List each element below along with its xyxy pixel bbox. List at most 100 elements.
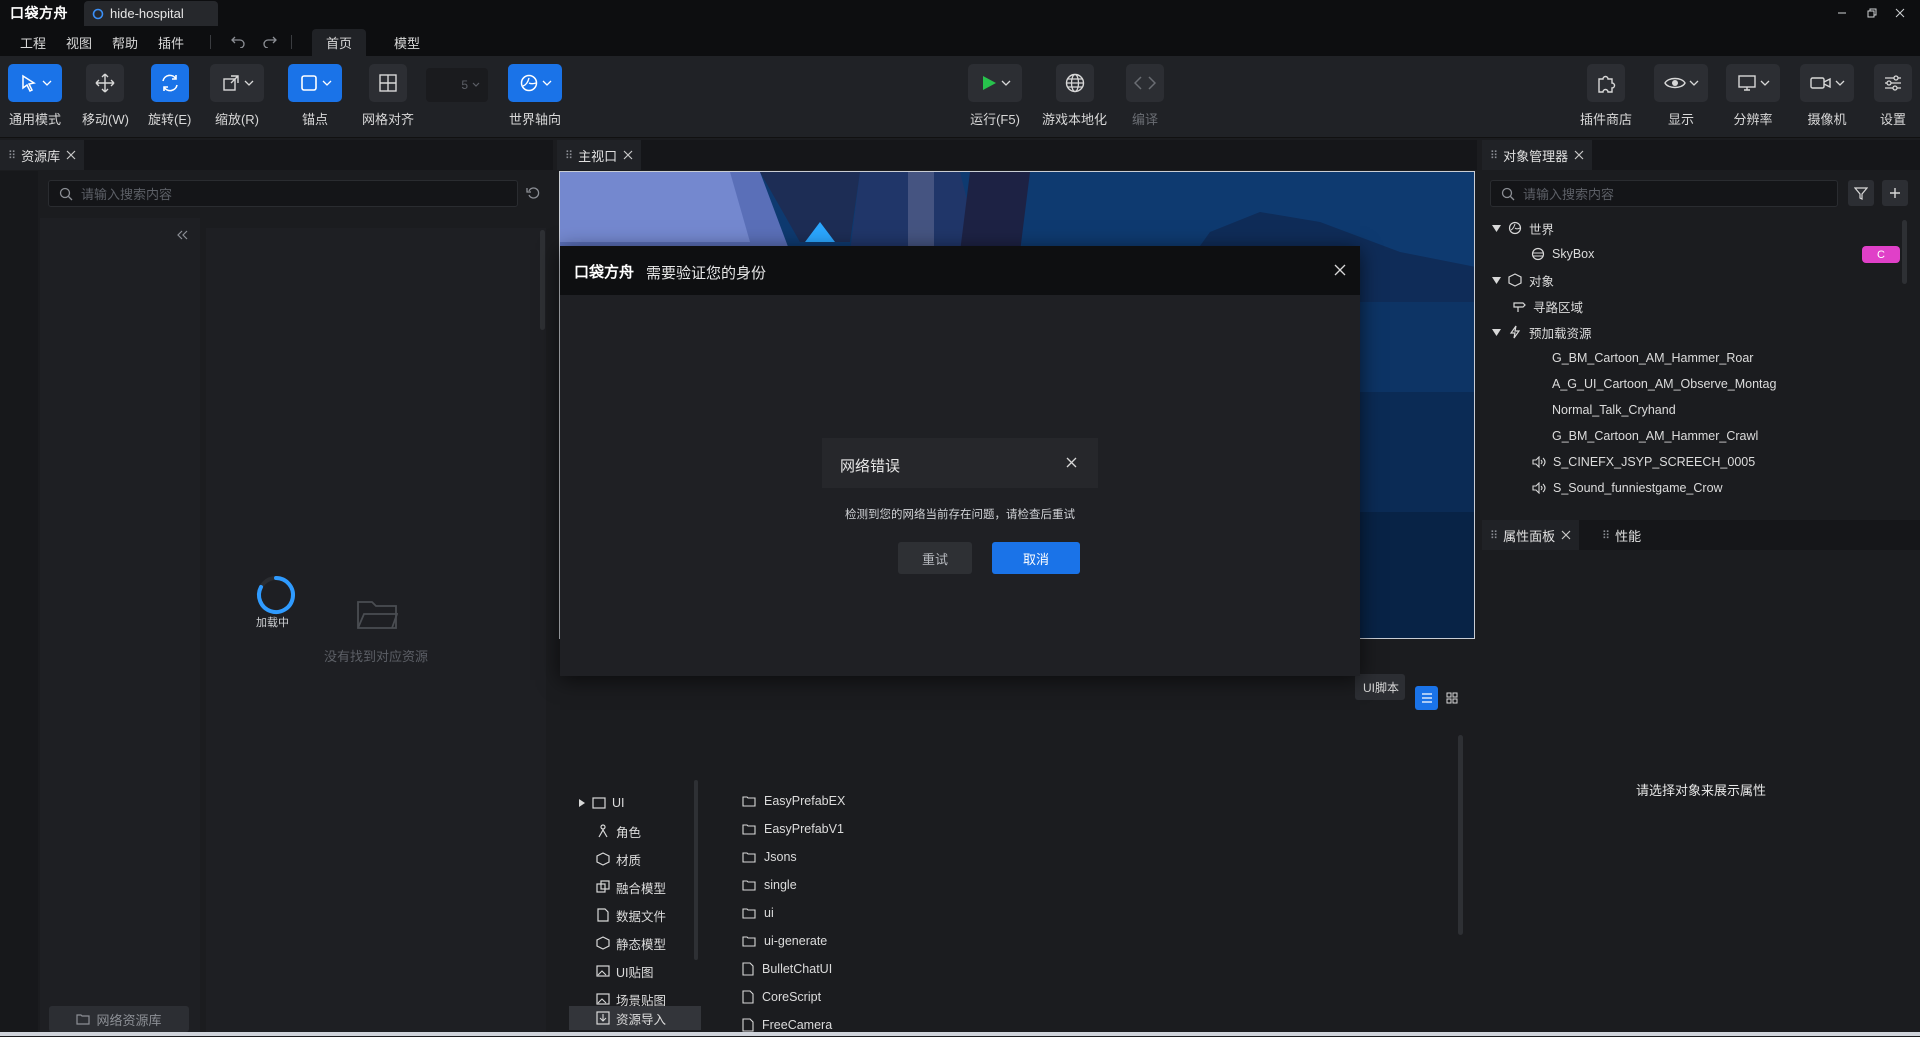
category-character[interactable]: 角色 xyxy=(596,819,641,843)
general-mode-button[interactable]: 通用模式 xyxy=(8,64,62,128)
tree-item-preload-asset[interactable]: A_G_UI_Cartoon_AM_Observe_Montag xyxy=(1552,372,1776,396)
tab-model[interactable]: 模型 xyxy=(380,29,434,56)
project-scrollbar[interactable] xyxy=(1458,735,1463,935)
file-item[interactable]: CoreScript xyxy=(742,985,821,1009)
run-button[interactable]: 运行(F5) xyxy=(968,64,1022,128)
category-label: UI xyxy=(612,796,625,810)
folder-item[interactable]: single xyxy=(742,873,797,897)
menu-help[interactable]: 帮助 xyxy=(112,33,138,52)
category-data-file[interactable]: 数据文件 xyxy=(596,903,666,927)
drag-handle-icon[interactable]: ⠿ xyxy=(1602,529,1610,542)
redo-icon[interactable] xyxy=(262,34,278,48)
tree-item-world[interactable]: 世界 xyxy=(1492,216,1554,240)
move-label: 移动(W) xyxy=(82,112,129,127)
folder-item[interactable]: ui xyxy=(742,901,774,925)
close-icon[interactable] xyxy=(623,150,633,160)
close-icon[interactable] xyxy=(1574,150,1584,160)
tree-item-skybox[interactable]: SkyBox xyxy=(1531,242,1594,266)
localize-button[interactable]: 游戏本地化 xyxy=(1042,64,1107,128)
undo-icon[interactable] xyxy=(230,34,246,48)
refresh-icon[interactable] xyxy=(526,186,540,200)
search-icon xyxy=(59,187,73,200)
list-view-button[interactable] xyxy=(1415,686,1438,710)
compile-button[interactable]: 编译 xyxy=(1126,64,1164,128)
file-item[interactable]: BulletChatUI xyxy=(742,957,832,981)
asset-scrollbar[interactable] xyxy=(540,230,545,330)
settings-button[interactable]: 设置 xyxy=(1874,64,1912,128)
category-ui[interactable]: UI xyxy=(578,791,625,815)
world-axis-label: 世界轴向 xyxy=(508,112,561,127)
tree-item-objects[interactable]: 对象 xyxy=(1492,268,1554,292)
filter-button[interactable] xyxy=(1848,180,1874,206)
tree-label: 世界 xyxy=(1529,222,1555,237)
retry-button[interactable]: 重试 xyxy=(898,542,972,574)
drag-handle-icon[interactable]: ⠿ xyxy=(1490,149,1498,162)
tab-main-viewport[interactable]: ⠿ 主视口 xyxy=(557,140,642,170)
display-button[interactable]: 显示 xyxy=(1654,64,1708,128)
close-icon[interactable] xyxy=(1561,530,1571,540)
world-axis-button[interactable]: 世界轴向 xyxy=(508,64,562,128)
resolution-button[interactable]: 分辨率 xyxy=(1726,64,1780,128)
tab-object-manager[interactable]: ⠿ 对象管理器 xyxy=(1482,140,1593,170)
close-icon[interactable] xyxy=(66,150,76,160)
skybox-icon xyxy=(1531,247,1545,261)
category-static-model[interactable]: 静态模型 xyxy=(596,931,666,955)
drag-handle-icon[interactable]: ⠿ xyxy=(565,149,573,162)
tab-performance[interactable]: ⠿ 性能 xyxy=(1594,520,1649,550)
category-asset-import[interactable]: 资源导入 xyxy=(569,1006,701,1030)
tree-label: Normal_Talk_Cryhand xyxy=(1552,403,1676,417)
category-label: 资源导入 xyxy=(616,1012,667,1027)
folder-item[interactable]: EasyPrefabV1 xyxy=(742,817,844,841)
right-panel: ⠿ 对象管理器 请输入搜索内容 世界 SkyBox C 对象 寻路区域 预加载资… xyxy=(1482,140,1920,1036)
tree-item-preload-asset[interactable]: Normal_Talk_Cryhand xyxy=(1552,398,1676,422)
move-button[interactable]: 移动(W) xyxy=(82,64,129,128)
folder-icon xyxy=(742,936,756,947)
collapse-icon[interactable] xyxy=(176,230,188,240)
tree-item-preload-asset[interactable]: G_BM_Cartoon_AM_Hammer_Roar xyxy=(1552,346,1753,370)
grid-view-button[interactable] xyxy=(1440,686,1463,710)
scale-button[interactable]: 缩放(R) xyxy=(210,64,264,128)
network-assets-button[interactable]: 网络资源库 xyxy=(49,1006,189,1032)
menu-project[interactable]: 工程 xyxy=(20,33,46,52)
title-bar: 口袋方舟 hide-hospital xyxy=(0,0,1920,26)
tab-properties[interactable]: ⠿ 属性面板 xyxy=(1482,520,1580,550)
list-icon xyxy=(1421,693,1432,703)
ui-script-button[interactable]: UI脚本 xyxy=(1355,674,1405,700)
grid-size-select[interactable]: 5 xyxy=(426,68,488,102)
grid-snap-button[interactable]: 网格对齐 xyxy=(362,64,414,128)
close-window-button[interactable] xyxy=(1880,0,1920,26)
rotate-button[interactable]: 旋转(E) xyxy=(148,64,191,128)
network-error-close-button[interactable] xyxy=(1066,457,1077,468)
category-ui-texture[interactable]: UI贴图 xyxy=(596,959,654,983)
plugin-store-button[interactable]: 插件商店 xyxy=(1580,64,1632,128)
auth-dialog-header: 口袋方舟 需要验证您的身份 xyxy=(560,246,1360,295)
tree-item-pathfinding[interactable]: 寻路区域 xyxy=(1512,294,1583,318)
asset-search-input[interactable]: 请输入搜索内容 xyxy=(48,180,518,207)
cube-icon xyxy=(596,936,610,950)
folder-item[interactable]: EasyPrefabEX xyxy=(742,789,845,813)
folder-item[interactable]: Jsons xyxy=(742,845,797,869)
tab-home[interactable]: 首页 xyxy=(312,29,367,56)
category-scrollbar[interactable] xyxy=(694,780,698,960)
tree-item-sound[interactable]: S_CINEFX_JSYP_SCREECH_0005 xyxy=(1532,450,1755,474)
anchor-button[interactable]: 锚点 xyxy=(288,64,342,128)
document-tab[interactable]: hide-hospital xyxy=(84,1,218,26)
auth-close-button[interactable] xyxy=(1334,264,1346,276)
menu-plugins[interactable]: 插件 xyxy=(158,33,184,52)
folder-item[interactable]: ui-generate xyxy=(742,929,827,953)
tree-item-preload-asset[interactable]: G_BM_Cartoon_AM_Hammer_Crawl xyxy=(1552,424,1758,448)
drag-handle-icon[interactable]: ⠿ xyxy=(8,149,16,162)
camera-button[interactable]: 摄像机 xyxy=(1800,64,1854,128)
category-merged-model[interactable]: 融合模型 xyxy=(596,875,666,899)
cancel-button[interactable]: 取消 xyxy=(992,542,1080,574)
drag-handle-icon[interactable]: ⠿ xyxy=(1490,529,1498,542)
category-material[interactable]: 材质 xyxy=(596,847,641,871)
tab-asset-library[interactable]: ⠿ 资源库 xyxy=(0,140,85,170)
cursor-icon xyxy=(21,74,36,93)
object-tree-scrollbar[interactable] xyxy=(1902,220,1907,284)
menu-view[interactable]: 视图 xyxy=(66,33,92,52)
object-search-input[interactable]: 请输入搜索内容 xyxy=(1490,180,1838,207)
tree-item-preload[interactable]: 预加载资源 xyxy=(1492,320,1592,344)
tree-item-sound[interactable]: S_Sound_funniestgame_Crow xyxy=(1532,476,1723,500)
add-object-button[interactable] xyxy=(1882,180,1908,206)
